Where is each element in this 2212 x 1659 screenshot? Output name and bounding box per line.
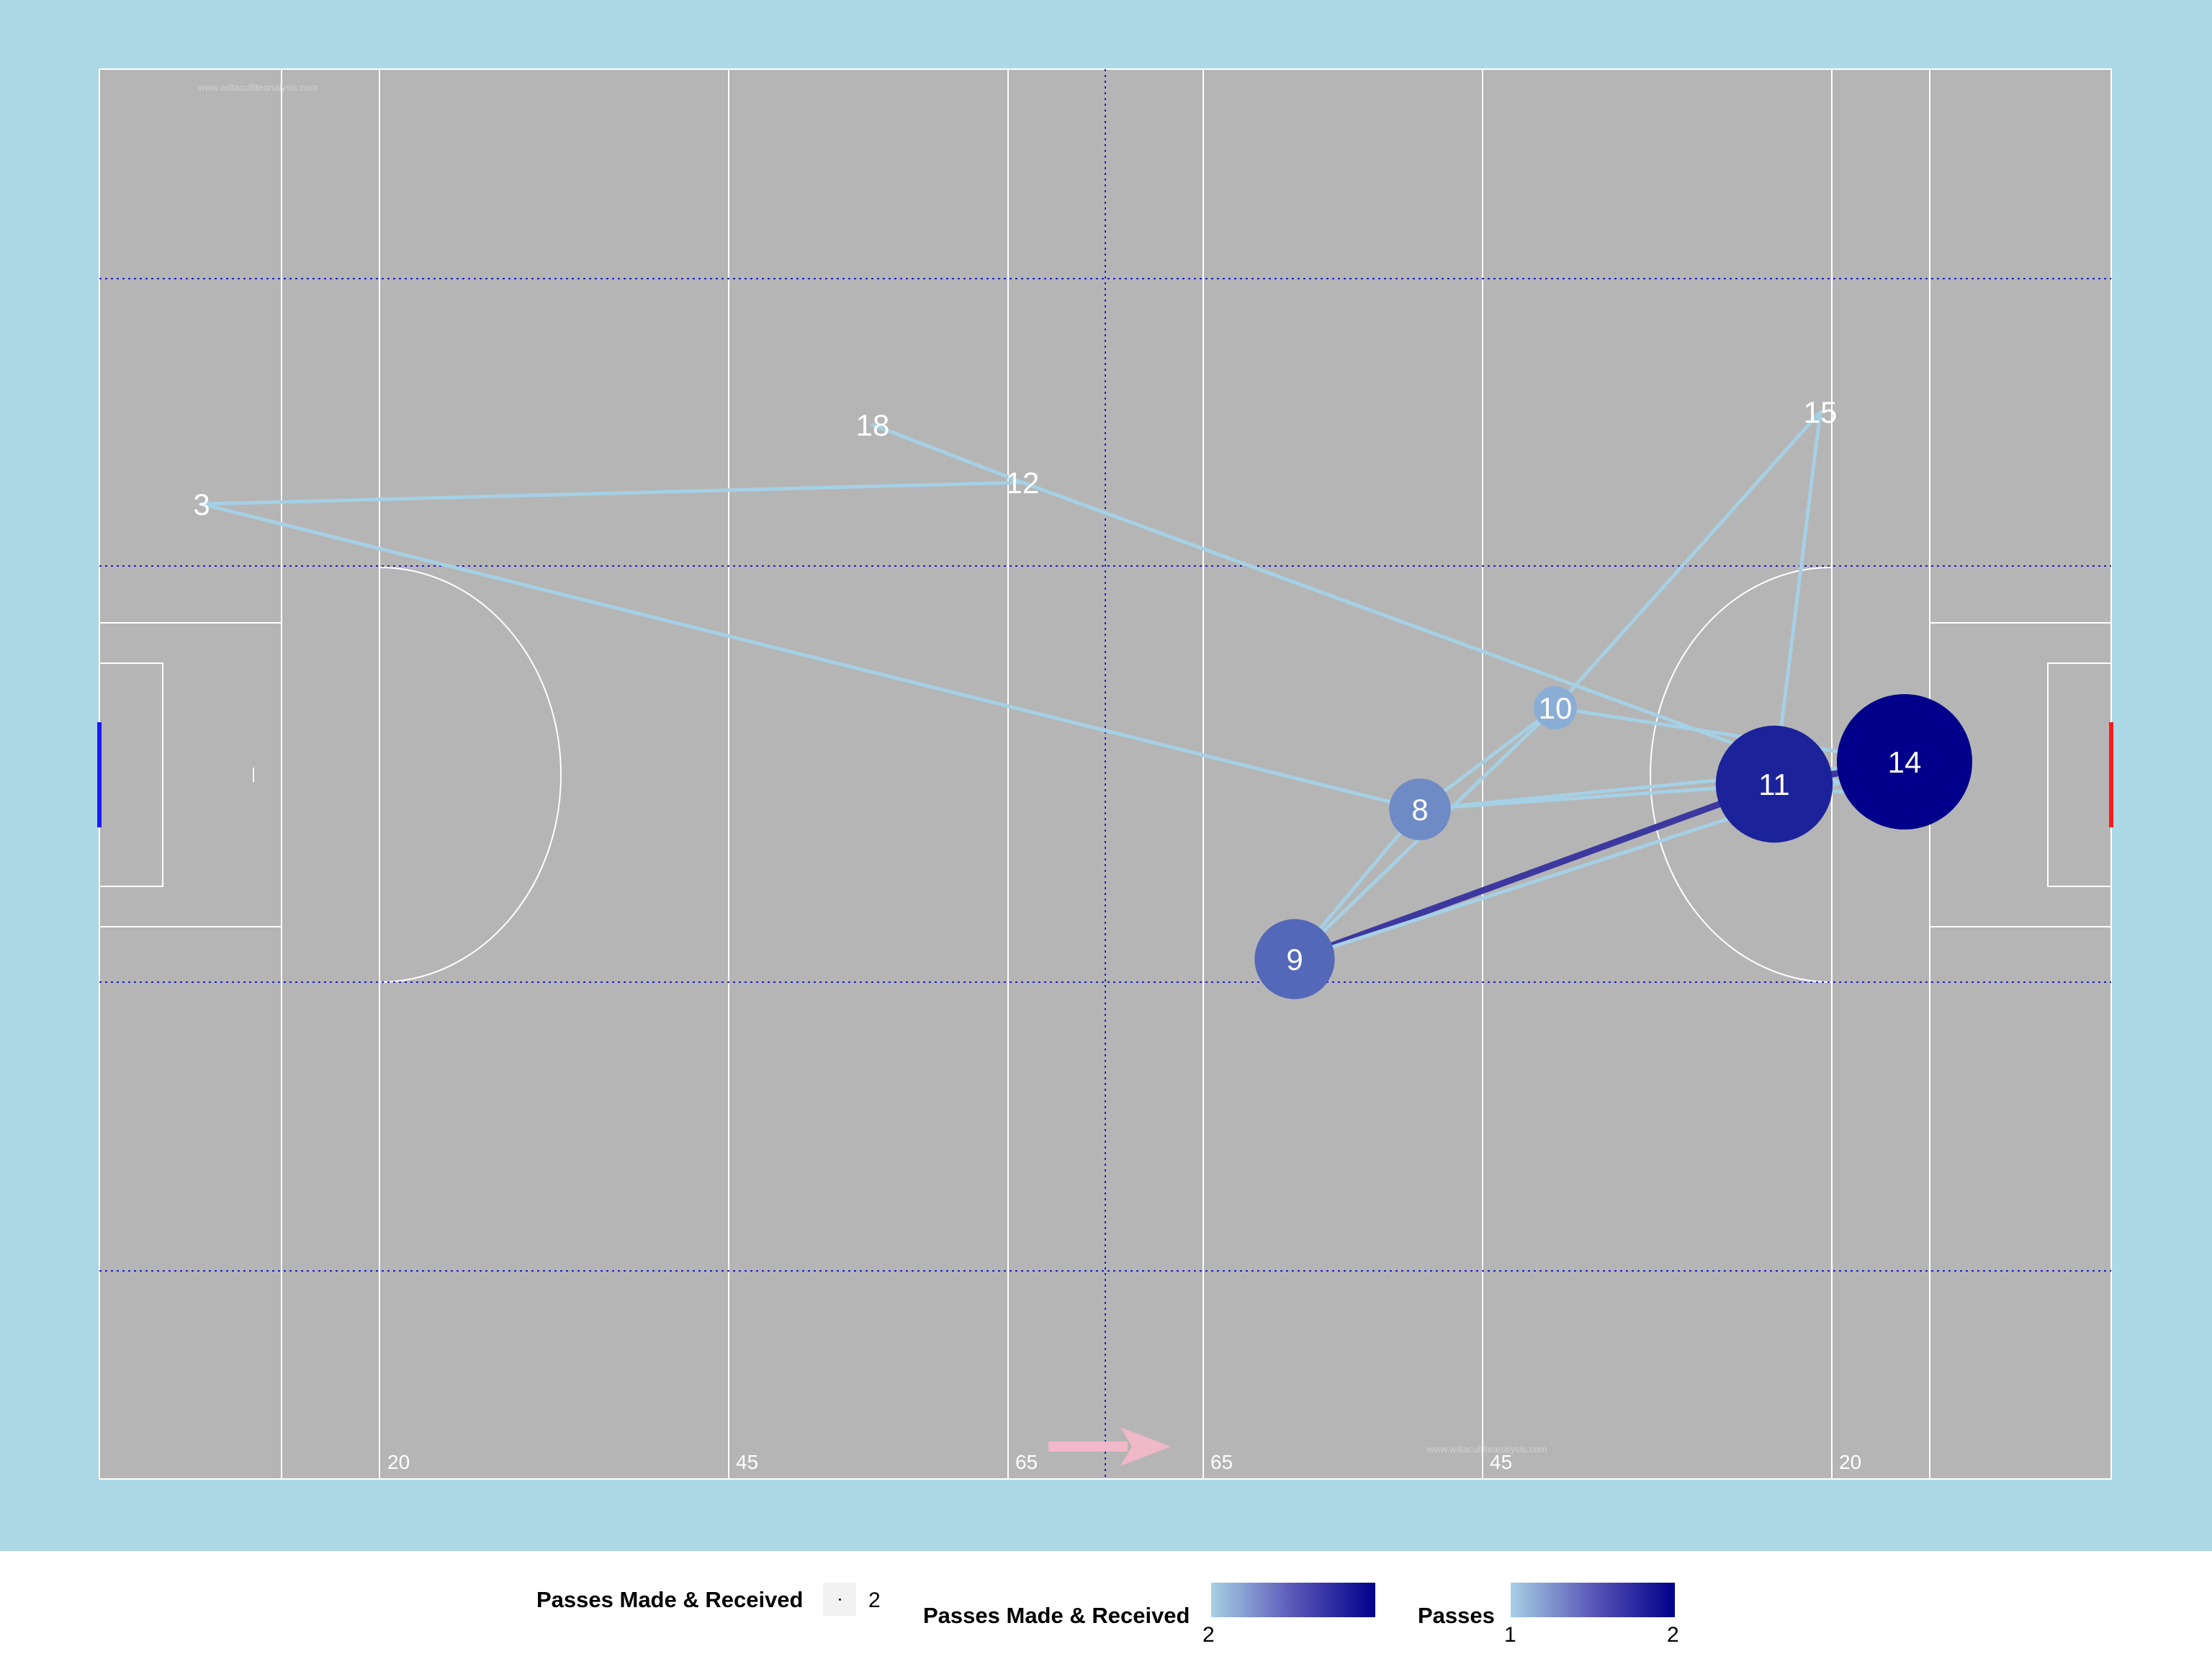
player-node: 15 [1804,395,1838,429]
yard-label: 45 [736,1451,758,1473]
goal-left [97,722,102,827]
yard-label: 20 [387,1451,410,1473]
yard-label: 65 [1015,1451,1038,1473]
legend-size-key [823,1583,856,1616]
legend-fill-title: Passes Made & Received [923,1603,1190,1628]
watermark-bottom: www.wiltaculfiteanalysis.com [1426,1444,1547,1455]
watermark-top: www.wiltaculfiteanalysis.com [197,82,318,93]
player-node-label: 9 [1286,943,1303,976]
player-node-label: 10 [1539,691,1573,725]
legend: Passes Made & Received 2 Passes Made & R… [0,1551,2212,1659]
player-node: 14 [1837,694,1972,830]
yard-label: 65 [1210,1451,1233,1473]
player-node: 12 [1006,466,1040,500]
legend-edge-colorbar [1511,1583,1675,1617]
yard-label: 20 [1839,1451,1861,1473]
legend-edge-title: Passes [1418,1603,1495,1628]
player-node: 8 [1389,778,1451,840]
legend-fill-label: 2 [1202,1623,1215,1647]
player-node-label: 18 [856,408,890,442]
legend-fill-colorbar [1211,1583,1375,1617]
player-node: 18 [856,408,890,442]
player-node: 11 [1715,725,1833,843]
player-node-label: 12 [1006,466,1040,500]
pitch-network-plot: www.wiltaculfiteanalysis.com www.wiltacu… [97,68,2113,1480]
player-node-label: 3 [193,487,210,521]
player-node: 10 [1534,686,1577,729]
player-node-label: 8 [1411,793,1428,827]
legend-size-dot [839,1599,841,1601]
yard-label: 45 [1490,1451,1512,1473]
legend-size-title: Passes Made & Received [536,1587,804,1612]
direction-arrow-shaft [1048,1442,1128,1452]
player-node: 9 [1254,919,1335,999]
player-node-label: 14 [1888,745,1922,779]
goal-right [2109,722,2113,827]
plot-area: www.wiltaculfiteanalysis.com www.wiltacu… [0,0,2212,1551]
player-node: 3 [193,487,210,521]
legend-edge-max: 2 [1667,1623,1679,1647]
player-node-label: 15 [1804,395,1838,429]
player-node-label: 11 [1758,768,1790,801]
legend-size-value: 2 [868,1588,881,1612]
legend-edge-min: 1 [1504,1623,1516,1647]
